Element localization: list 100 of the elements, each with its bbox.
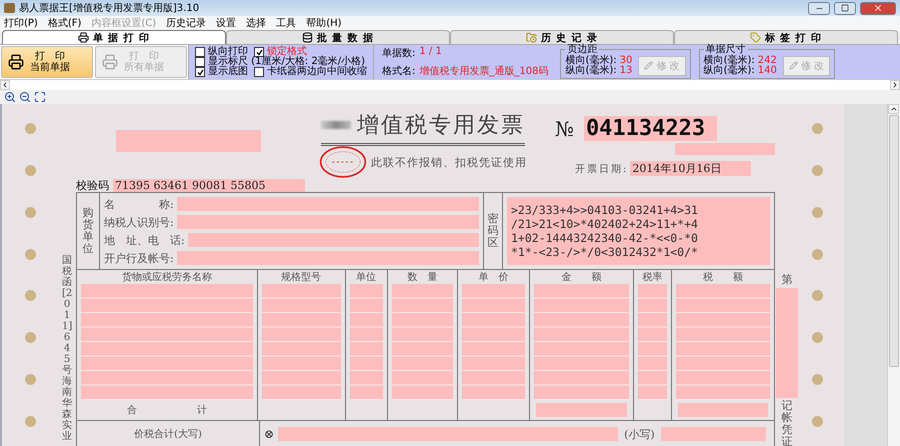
side-print-text: 国税函[2011]645号海南华森实业 — [62, 255, 72, 442]
zoom-out-icon — [18, 91, 30, 103]
format-name: 格式名: 增值税专用发票_通版_108码 — [382, 64, 548, 78]
dimension-reading: 纵向(毫米): 13 — [565, 66, 632, 76]
column-header: 货物或应税劳务名称 — [120, 270, 213, 284]
cipher-line: 1+02-14443242340-42-*<<0-*0 — [511, 231, 699, 245]
menu-item[interactable]: 选择 — [246, 16, 266, 30]
punch-hole — [812, 206, 822, 218]
total-label: 合 计 — [126, 404, 207, 417]
checkbox-option[interactable]: 显示标尺 (1厘米/大格: 2毫米/小格) — [195, 57, 367, 67]
pencil-icon — [644, 61, 654, 70]
tab[interactable]: 批 量 数 据 — [226, 30, 450, 44]
column-header: 数 量 — [406, 271, 439, 284]
menu-item[interactable]: 格式(F) — [48, 16, 82, 30]
database-icon — [302, 32, 313, 43]
menu-item[interactable]: 帮助(H) — [306, 16, 342, 30]
punch-hole — [24, 332, 36, 344]
buyer-label: 购货单位 — [82, 206, 94, 256]
checkbox[interactable] — [195, 67, 205, 77]
circled-x-mark: ⊗ — [264, 427, 274, 441]
punch-hole — [812, 248, 822, 260]
field-label: 名 称: — [104, 196, 174, 212]
window-title: 易人票据王[增值税专用发票专用版]3.10 — [19, 2, 200, 15]
invoice-number: 041134223 — [584, 116, 718, 141]
copy-label: 记帐凭证 — [782, 400, 792, 446]
column-header: 单 价 — [478, 270, 510, 284]
punch-hole — [812, 123, 822, 134]
field-label: 开户行及帐号: — [104, 250, 174, 266]
app-icon — [4, 3, 15, 13]
printer-icon — [8, 54, 24, 70]
punch-hole — [812, 332, 822, 344]
punch-hole — [812, 165, 822, 176]
tag-icon — [750, 32, 761, 43]
checkbox[interactable] — [254, 67, 264, 77]
checkbox[interactable] — [195, 57, 205, 67]
settings-group: 页边距 横向(毫米): 30 纵向(毫米): 13 修 改 — [560, 45, 691, 79]
punch-hole — [24, 165, 36, 176]
menu-item[interactable]: 打印(P) — [4, 16, 38, 30]
fit-page-button[interactable] — [33, 90, 46, 104]
grand-total-label: 价税合计(大写) — [77, 421, 260, 446]
folder-clock-icon — [526, 32, 537, 43]
invoice-date: 2014年10月16日 — [630, 161, 752, 176]
zoom-in-icon — [4, 91, 16, 103]
close-icon — [873, 3, 883, 13]
invoice-title: 增值税专用发票 — [356, 112, 525, 140]
maximize-icon — [841, 4, 849, 12]
punch-hole — [812, 374, 822, 385]
number-sign: № — [555, 116, 574, 140]
punch-hole — [24, 123, 36, 134]
checkbox-option[interactable]: 显示底图 — [195, 67, 248, 77]
scroll-up-button[interactable] — [888, 104, 899, 114]
minimize-button[interactable] — [808, 2, 830, 14]
scroll-left-button[interactable] — [0, 80, 10, 90]
column-header: 规格型号 — [280, 270, 322, 284]
document-count: 单据数: 1 / 1 — [382, 46, 443, 60]
checkbox[interactable] — [195, 47, 205, 57]
punch-hole — [24, 206, 36, 218]
column-header: 单位 — [355, 270, 378, 284]
scroll-thumb[interactable] — [889, 115, 899, 367]
punch-hole — [24, 374, 36, 385]
punch-hole — [24, 290, 36, 302]
date-label: 开票日期: — [575, 162, 628, 176]
check-code-label: 校验码 — [76, 178, 109, 192]
fit-page-icon — [34, 91, 46, 103]
tab[interactable]: 单 据 打 印 — [2, 30, 226, 44]
stamp-drawing — [318, 146, 367, 178]
zoom-out-button[interactable] — [18, 90, 31, 104]
cipher-line: >23/333+4>>04103-03241+4>31 — [511, 203, 699, 217]
column-header: 税率 — [642, 270, 664, 284]
checkbox-option[interactable]: 卡纸器两边向中间收缩 — [254, 67, 367, 77]
maximize-button[interactable] — [834, 2, 856, 14]
punch-hole — [24, 416, 36, 427]
checkbox[interactable] — [254, 47, 264, 57]
print-button[interactable]: 打 印 当前单据 — [1, 46, 93, 78]
cipher-line: /21>21<10>*402402+24>11+*+4 — [511, 217, 699, 231]
copy-label: 第 — [782, 274, 792, 286]
menu-item[interactable]: 历史记录 — [166, 16, 206, 30]
invoice-subtitle: 此联不作报销、扣税凭证使用 — [370, 154, 527, 170]
tab[interactable]: 历 史 记 录 — [450, 30, 674, 44]
menu-item[interactable]: 设置 — [216, 16, 236, 30]
dimension-reading: 纵向(毫米): 140 — [704, 66, 777, 76]
close-button[interactable] — [860, 2, 896, 14]
punch-hole — [812, 416, 822, 427]
printer-icon — [102, 54, 118, 70]
field-label: 纳税人识别号: — [104, 214, 174, 230]
check-code: 71395 63461 90081 55805 — [113, 178, 306, 192]
zoom-in-button[interactable] — [3, 90, 16, 104]
punch-hole — [812, 290, 822, 302]
dimension-reading: 横向(毫米): 242 — [704, 56, 777, 66]
field-label: 地 址、电 话: — [104, 232, 185, 248]
checkbox-option[interactable]: 纵向打印 — [195, 47, 248, 57]
cipher-line: *1*-<23-/>*/0<3012432*1<0/* — [511, 245, 699, 259]
menu-item[interactable]: 工具 — [276, 16, 296, 30]
cipher-area-label: 密码区 — [488, 212, 498, 250]
printer-icon — [78, 32, 89, 43]
small-amount-label: (小写) — [624, 426, 655, 442]
tab[interactable]: 标 签 打 印 — [674, 30, 898, 44]
scroll-right-button[interactable] — [890, 80, 900, 90]
pencil-icon — [788, 61, 798, 70]
blurred-mark — [320, 121, 351, 129]
